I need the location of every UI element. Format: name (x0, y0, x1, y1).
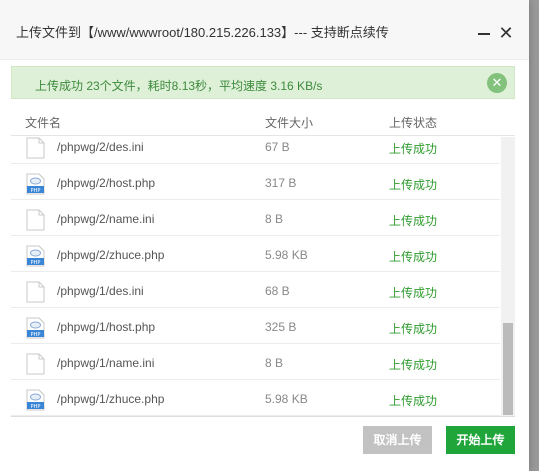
svg-text:PHP: PHP (31, 260, 41, 266)
table-row: PHP /phpwg/2/zhuce.php 5.98 KB 上传成功 (11, 236, 500, 272)
file-name: /phpwg/2/name.ini (57, 212, 155, 226)
minimize-icon[interactable] (478, 33, 490, 35)
file-name: /phpwg/2/zhuce.php (57, 248, 165, 262)
table-header: 文件名 文件大小 上传状态 (11, 109, 515, 136)
upload-success-alert: 上传成功 23个文件，耗时8.13秒，平均速度 3.16 KB/s ✕ (11, 66, 515, 99)
file-size: 8 B (265, 212, 284, 226)
upload-status: 上传成功 (389, 214, 438, 228)
alert-close-icon[interactable]: ✕ (487, 73, 507, 93)
cancel-upload-button[interactable]: 取消上传 (363, 426, 432, 454)
file-size: 5.98 KB (265, 248, 308, 262)
file-icon (26, 209, 45, 231)
upload-dialog: 上传文件到【/www/wwwroot/180.215.226.133】--- 支… (0, 0, 529, 471)
table-row: /phpwg/1/des.ini 68 B 上传成功 (11, 272, 500, 308)
php-file-icon: PHP (26, 389, 45, 411)
header-filename: 文件名 (25, 116, 62, 130)
table-row: /phpwg/2/name.ini 8 B 上传成功 (11, 200, 500, 236)
upload-status: 上传成功 (389, 394, 438, 408)
file-name: /phpwg/1/des.ini (57, 284, 144, 298)
file-size: 8 B (265, 356, 284, 370)
file-name: /phpwg/1/name.ini (57, 356, 155, 370)
upload-status: 上传成功 (389, 286, 438, 300)
php-file-icon: PHP (26, 245, 45, 267)
file-icon (26, 281, 45, 303)
php-file-icon: PHP (26, 173, 45, 195)
svg-text:PHP: PHP (31, 404, 41, 410)
table-row: PHP /phpwg/1/zhuce.php 5.98 KB 上传成功 (11, 380, 500, 416)
table-row: /phpwg/1/name.ini 8 B 上传成功 (11, 344, 500, 380)
scrollbar-thumb[interactable] (503, 323, 513, 415)
alert-message: 上传成功 23个文件，耗时8.13秒，平均速度 3.16 KB/s (35, 79, 323, 93)
file-name: /phpwg/1/host.php (57, 320, 156, 334)
file-size: 325 B (265, 320, 297, 334)
upload-status: 上传成功 (389, 178, 438, 192)
svg-text:PHP: PHP (31, 188, 41, 194)
dialog-title-bar: 上传文件到【/www/wwwroot/180.215.226.133】--- 支… (0, 0, 529, 60)
file-size: 5.98 KB (265, 392, 308, 406)
file-size: 67 B (265, 140, 290, 154)
upload-status: 上传成功 (389, 142, 438, 156)
table-row: /phpwg/2/des.ini 67 B 上传成功 (11, 137, 500, 164)
file-size: 317 B (265, 176, 297, 190)
header-filesize: 文件大小 (265, 116, 314, 130)
table-row: PHP /phpwg/1/host.php 325 B 上传成功 (11, 308, 500, 344)
svg-text:PHP: PHP (31, 332, 41, 338)
file-name: /phpwg/2/host.php (57, 176, 156, 190)
file-name: /phpwg/2/des.ini (57, 140, 144, 154)
table-row: PHP /phpwg/2/host.php 317 B 上传成功 (11, 164, 500, 200)
close-icon[interactable]: ✕ (497, 24, 515, 42)
upload-status: 上传成功 (389, 250, 438, 264)
start-upload-button[interactable]: 开始上传 (446, 426, 515, 454)
file-icon (26, 353, 45, 375)
file-icon (26, 137, 45, 159)
file-size: 68 B (265, 284, 290, 298)
dialog-title: 上传文件到【/www/wwwroot/180.215.226.133】--- 支… (16, 25, 389, 40)
upload-status: 上传成功 (389, 322, 438, 336)
file-list: /phpwg/2/des.ini 67 B 上传成功 PHP /phpwg/2/… (11, 137, 515, 417)
header-status: 上传状态 (389, 116, 438, 130)
upload-status: 上传成功 (389, 358, 438, 372)
php-file-icon: PHP (26, 317, 45, 339)
file-name: /phpwg/1/zhuce.php (57, 392, 165, 406)
